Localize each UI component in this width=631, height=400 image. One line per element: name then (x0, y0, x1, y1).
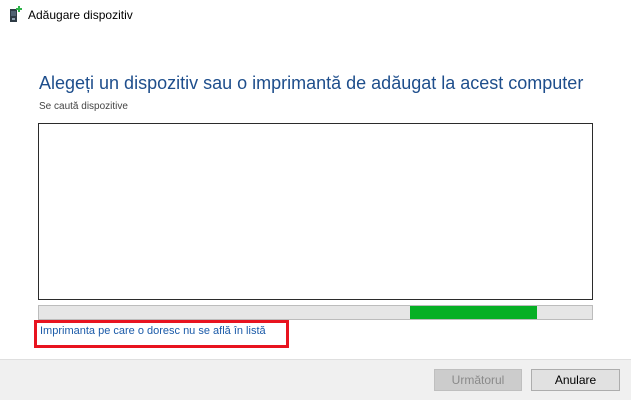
device-list[interactable] (38, 123, 593, 300)
search-status: Se caută dispozitive (39, 101, 128, 112)
search-progress-bar (38, 305, 593, 320)
title-bar: Adăugare dispozitiv (0, 0, 631, 30)
page-heading: Alegeți un dispozitiv sau o imprimantă d… (39, 73, 584, 93)
missing-printer-link[interactable]: Imprimanta pe care o doresc nu se află î… (40, 325, 266, 337)
add-device-icon (8, 6, 24, 24)
next-button[interactable]: Următorul (434, 369, 522, 391)
window-title: Adăugare dispozitiv (28, 8, 133, 22)
cancel-button[interactable]: Anulare (531, 369, 620, 391)
progress-fill (410, 306, 537, 319)
